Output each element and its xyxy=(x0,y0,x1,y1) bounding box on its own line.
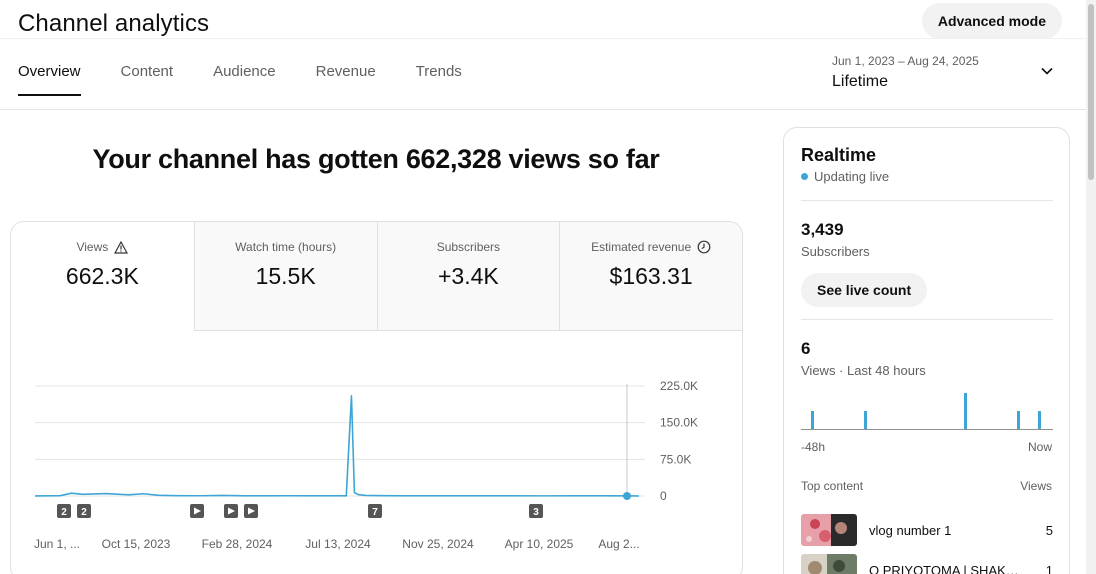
metric-watch-time[interactable]: Watch time (hours) 15.5K xyxy=(193,222,377,331)
tab-trends[interactable]: Trends xyxy=(416,48,462,96)
realtime-bar-chart[interactable] xyxy=(801,390,1053,432)
page-title: Channel analytics xyxy=(18,10,210,37)
chart-marker-label: 3 xyxy=(533,507,539,518)
metric-value: +3.4K xyxy=(438,263,499,289)
metric-value: 662.3K xyxy=(65,263,139,289)
views-series-line xyxy=(34,394,640,497)
divider xyxy=(801,319,1053,320)
metric-label: Views xyxy=(76,240,109,254)
metric-label: Watch time (hours) xyxy=(235,240,337,254)
realtime-card: Realtime Updating live 3,439 Subscribers… xyxy=(783,127,1070,574)
realtime-views-label: Views · Last 48 hours xyxy=(801,363,926,378)
realtime-bar xyxy=(1038,411,1041,429)
y-tick-label: 150.0K xyxy=(660,416,698,430)
mini-axis-start: -48h xyxy=(801,440,826,454)
see-live-count-button[interactable]: See live count xyxy=(801,273,928,307)
realtime-bar xyxy=(1017,411,1020,429)
analytics-header: Channel analytics Advanced mode Overview… xyxy=(0,0,1086,110)
header-divider xyxy=(0,38,1086,39)
x-tick-label: Nov 25, 2024 xyxy=(402,537,474,551)
x-tick-label: Aug 2... xyxy=(598,537,639,551)
overview-card: Views 662.3K Watch time (hours) 15.5K Su… xyxy=(10,221,743,574)
realtime-title: Realtime xyxy=(801,145,877,165)
metric-subscribers[interactable]: Subscribers +3.4K xyxy=(376,222,560,331)
clock-icon[interactable] xyxy=(697,240,711,254)
metric-label-row: Estimated revenue xyxy=(560,240,742,254)
x-tick-label: Jun 1, ... xyxy=(34,537,80,551)
series-end-point xyxy=(623,492,631,500)
page-scrollbar[interactable] xyxy=(1086,0,1096,574)
tab-audience[interactable]: Audience xyxy=(213,48,276,96)
metric-tabs: Views 662.3K Watch time (hours) 15.5K Su… xyxy=(11,222,742,331)
top-content-row[interactable]: vlog number 1 5 xyxy=(801,514,1053,546)
live-status-text: Updating live xyxy=(814,169,890,184)
warning-icon[interactable] xyxy=(114,240,129,254)
mini-axis-end: Now xyxy=(1027,440,1052,454)
tab-overview[interactable]: Overview xyxy=(18,48,81,96)
top-content-views-label: Views xyxy=(1020,479,1052,493)
video-thumbnail xyxy=(801,554,857,574)
y-tick-label: 225.0K xyxy=(660,379,698,393)
realtime-bar xyxy=(864,411,867,429)
tab-content[interactable]: Content xyxy=(121,48,174,96)
live-status: Updating live xyxy=(801,169,889,184)
y-tick-label: 0 xyxy=(660,489,667,503)
x-tick-label: Oct 15, 2023 xyxy=(102,537,171,551)
realtime-views-count: 6 xyxy=(801,339,811,358)
tab-revenue[interactable]: Revenue xyxy=(316,48,376,96)
advanced-mode-button[interactable]: Advanced mode xyxy=(921,3,1062,39)
metric-revenue[interactable]: Estimated revenue $163.31 xyxy=(559,222,742,331)
metric-label: Subscribers xyxy=(436,240,501,254)
date-range-label: Lifetime xyxy=(832,73,889,90)
metric-views-label-row: Views xyxy=(11,240,194,254)
metric-label-row: Watch time (hours) xyxy=(195,240,377,254)
top-content-label: Top content xyxy=(801,479,864,493)
chart-marker-label: 7 xyxy=(372,507,378,518)
live-dot-icon xyxy=(801,173,808,180)
x-tick-label: Apr 10, 2025 xyxy=(505,537,574,551)
chevron-down-icon xyxy=(1041,67,1053,75)
subscriber-count: 3,439 xyxy=(801,220,844,239)
realtime-bar xyxy=(964,393,967,429)
x-tick-label: Feb 28, 2024 xyxy=(202,537,273,551)
subscriber-label: Subscribers xyxy=(801,244,870,259)
scrollbar-thumb[interactable] xyxy=(1088,4,1094,180)
tab-bar: Overview Content Audience Revenue Trends xyxy=(18,62,462,110)
metric-value: 15.5K xyxy=(255,263,316,289)
video-title: vlog number 1 xyxy=(869,523,952,538)
chart-marker-label: 2 xyxy=(81,507,87,518)
realtime-bar xyxy=(811,411,814,429)
metric-label-row: Subscribers xyxy=(378,240,560,254)
metric-label: Estimated revenue xyxy=(591,240,692,254)
video-thumbnail xyxy=(801,514,857,546)
top-content-row[interactable]: O PRIYOTOMA | SHAKIB... 1 xyxy=(801,554,1053,574)
chart-marker-label: 2 xyxy=(61,507,67,518)
metric-value: $163.31 xyxy=(609,263,693,289)
views-headline: Your channel has gotten 662,328 views so… xyxy=(92,144,660,174)
metric-views[interactable]: Views 662.3K xyxy=(11,222,194,331)
date-range-text: Jun 1, 2023 – Aug 24, 2025 xyxy=(832,54,979,68)
x-tick-label: Jul 13, 2024 xyxy=(305,537,371,551)
video-views: 5 xyxy=(1045,523,1053,538)
video-views: 1 xyxy=(1045,563,1053,574)
views-line-chart[interactable]: 225.0K 150.0K 75.0K 0 2 2 7 3 Jun 1, ... Oct 15, … xyxy=(11,331,743,574)
date-range-picker[interactable]: Jun 1, 2023 – Aug 24, 2025 Lifetime xyxy=(832,54,1062,98)
divider xyxy=(801,200,1053,201)
y-tick-label: 75.0K xyxy=(660,452,691,466)
video-title: O PRIYOTOMA | SHAKIB... xyxy=(869,563,1019,574)
